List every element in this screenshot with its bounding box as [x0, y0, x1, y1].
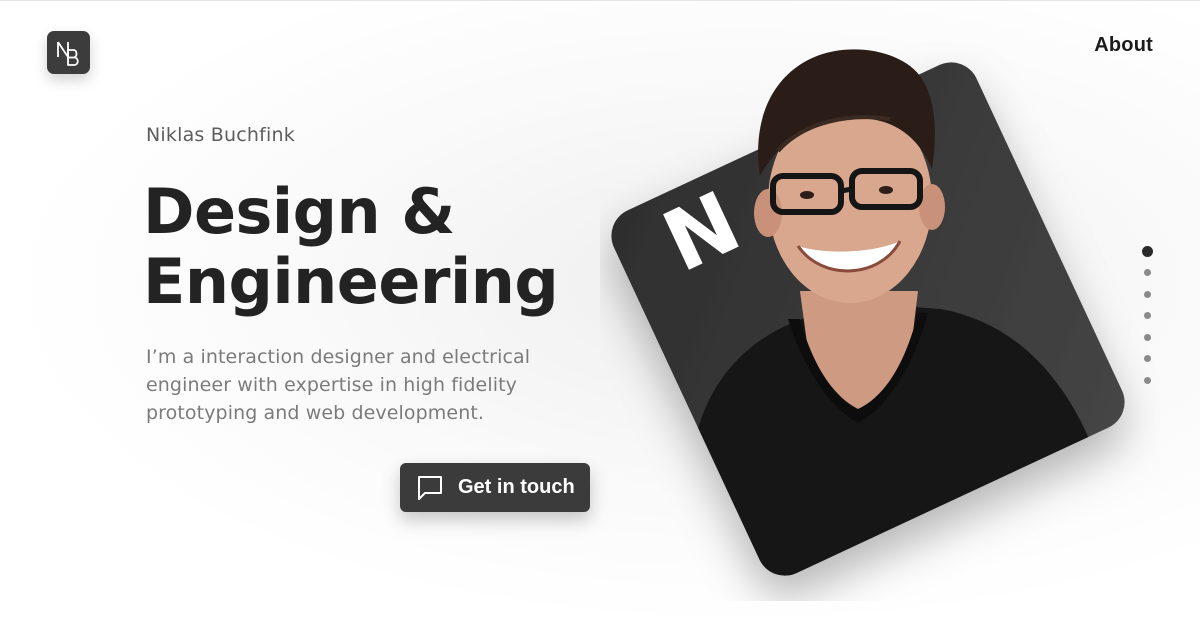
headline-line-2: Engineering — [143, 245, 559, 318]
portrait-card: N — [611, 49, 1134, 585]
pager-dot-5[interactable] — [1143, 333, 1151, 341]
section-pager — [1140, 246, 1154, 398]
page: NB About Niklas Buchfink Design & Engine… — [0, 0, 1200, 630]
logo[interactable]: NB — [47, 31, 90, 74]
pager-dot-6[interactable] — [1143, 355, 1151, 362]
pager-dot-2[interactable] — [1143, 269, 1151, 276]
hero-description: I’m a interaction designer and electrica… — [146, 346, 531, 424]
author-name: Niklas Buchfink — [146, 124, 295, 146]
pager-dot-1[interactable] — [1141, 246, 1153, 257]
pager-dot-4[interactable] — [1143, 312, 1151, 319]
get-in-touch-button[interactable]: Get in touch — [400, 463, 590, 512]
nb-monogram-icon: NB — [56, 41, 79, 66]
pager-dot-3[interactable] — [1143, 290, 1151, 298]
hero-headline: Design & Engineering — [143, 175, 559, 318]
pager-dot-7[interactable] — [1143, 376, 1151, 384]
chat-bubble-icon — [418, 475, 442, 500]
headline-line-1: Design & — [143, 175, 455, 248]
get-in-touch-label: Get in touch — [458, 476, 575, 498]
